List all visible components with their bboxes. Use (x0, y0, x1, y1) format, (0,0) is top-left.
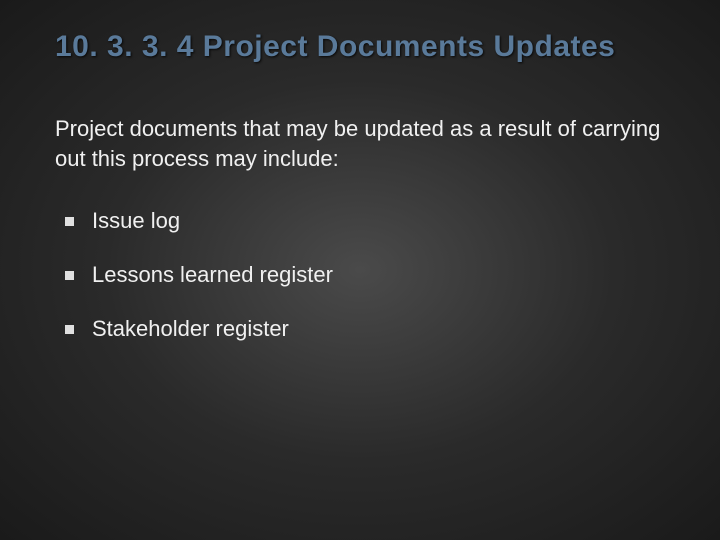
bullet-text: Lessons learned register (92, 262, 333, 288)
bullet-icon (65, 325, 74, 334)
slide-title: 10. 3. 3. 4 Project Documents Updates (55, 30, 665, 64)
list-item: Stakeholder register (65, 316, 665, 342)
bullet-icon (65, 217, 74, 226)
list-item: Issue log (65, 208, 665, 234)
bullet-text: Stakeholder register (92, 316, 289, 342)
list-item: Lessons learned register (65, 262, 665, 288)
bullet-icon (65, 271, 74, 280)
bullet-text: Issue log (92, 208, 180, 234)
intro-paragraph: Project documents that may be updated as… (55, 114, 665, 173)
bullet-list: Issue log Lessons learned register Stake… (55, 208, 665, 342)
slide-container: 10. 3. 3. 4 Project Documents Updates Pr… (0, 0, 720, 400)
